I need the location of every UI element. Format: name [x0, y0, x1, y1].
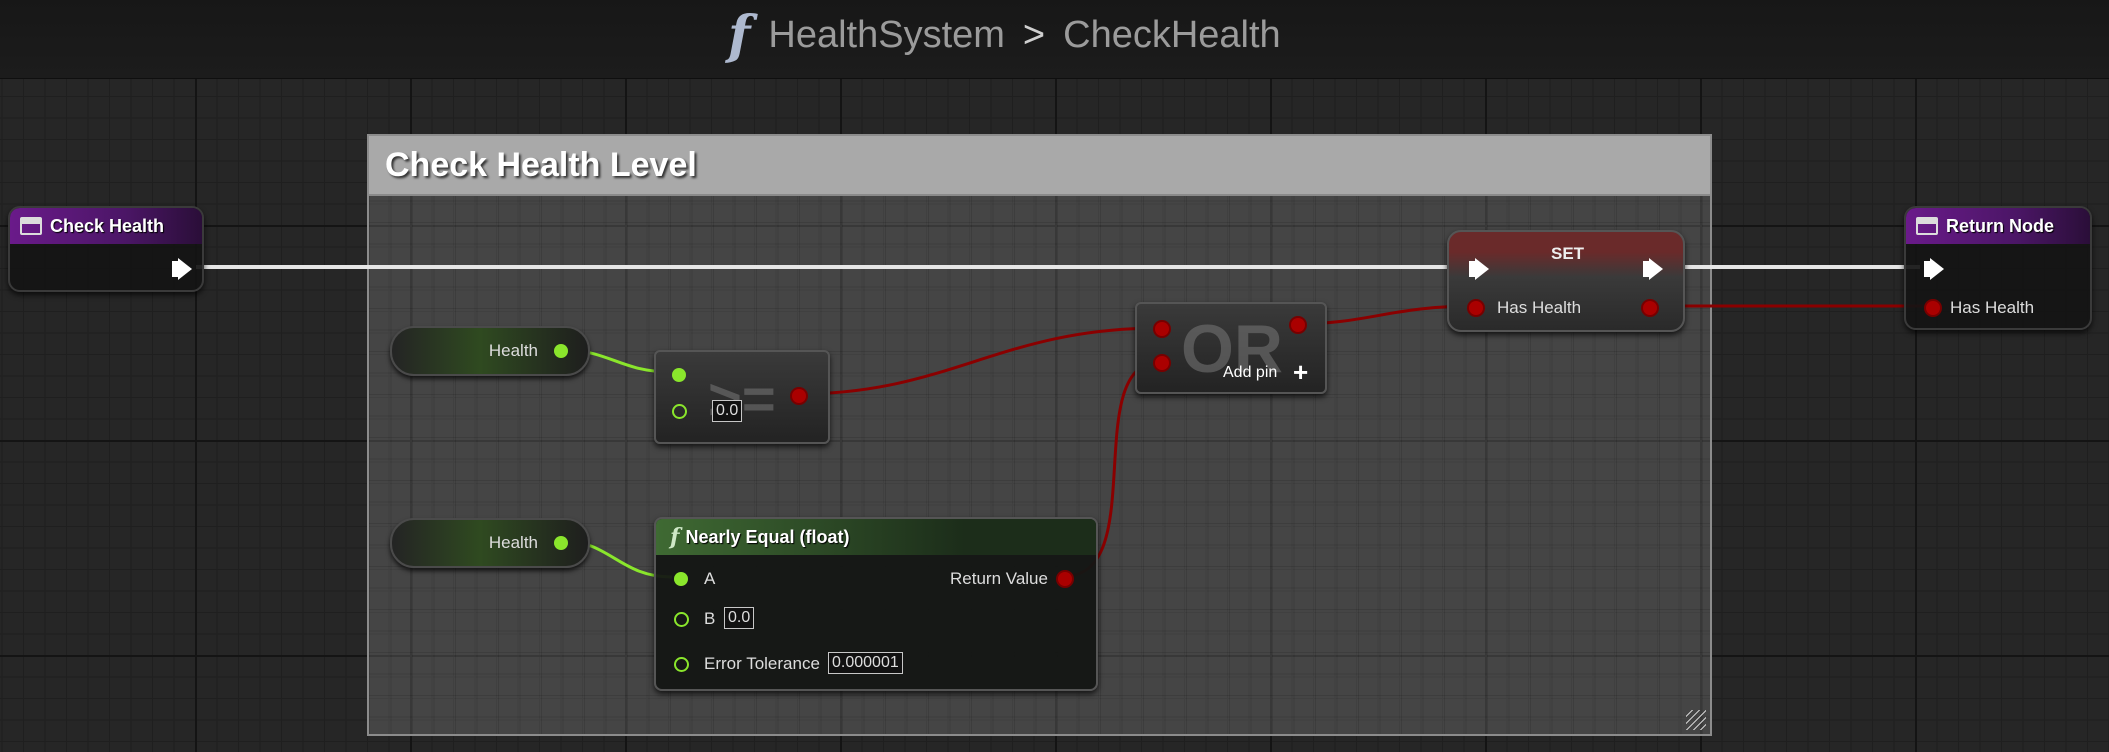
pin-label-a: A — [704, 569, 716, 588]
exec-out-pin[interactable] — [172, 258, 192, 280]
node-title: Nearly Equal (float) — [685, 526, 850, 547]
float-in-pin-a[interactable] — [672, 368, 686, 382]
float-out-pin[interactable] — [554, 536, 568, 550]
bool-wire-compare-or — [797, 326, 1161, 396]
b-value-field[interactable]: 0.0 — [712, 400, 743, 422]
node-title: Check Health — [50, 215, 165, 236]
function-entry-icon — [20, 217, 42, 235]
node-header: f Nearly Equal (float) — [656, 519, 1096, 555]
float-in-pin-tolerance[interactable] — [674, 657, 689, 672]
pin-label: Has Health — [1950, 298, 2035, 317]
pin-label-b: B — [704, 609, 716, 628]
float-in-pin-a[interactable] — [674, 572, 688, 586]
nearly-equal-node[interactable]: f Nearly Equal (float) A Return Value B … — [654, 517, 1098, 691]
pin-label-tolerance: Error Tolerance — [704, 654, 820, 673]
function-icon: f — [670, 524, 680, 550]
float-out-pin[interactable] — [554, 344, 568, 358]
add-icon[interactable]: + — [1293, 357, 1308, 388]
greater-equal-node[interactable]: >= 0.0 — [654, 350, 830, 444]
getter-label: Health — [488, 533, 538, 552]
node-title: Return Node — [1946, 215, 2054, 236]
health-getter-node[interactable]: Health — [390, 518, 590, 568]
bool-out-pin[interactable] — [792, 389, 806, 403]
return-node-icon — [1916, 217, 1938, 235]
exec-in-pin[interactable] — [1924, 258, 1944, 280]
tolerance-value-field[interactable]: 0.000001 — [828, 652, 903, 674]
node-header: Return Node — [1906, 208, 2090, 244]
or-node[interactable]: OR Add pin + — [1135, 302, 1327, 394]
health-getter-node[interactable]: Health — [390, 326, 590, 376]
getter-label: Health — [488, 341, 538, 360]
node-header: Check Health — [10, 208, 202, 244]
pin-label: Has Health — [1497, 298, 1582, 317]
bool-in-pin[interactable] — [1926, 301, 1940, 315]
set-variable-node[interactable]: SET Has Health — [1447, 230, 1685, 332]
exec-in-pin[interactable] — [1469, 258, 1489, 280]
b-value-field[interactable]: 0.0 — [724, 607, 755, 629]
bool-in-pin-a[interactable] — [1155, 322, 1169, 336]
return-value-label: Return Value — [950, 569, 1048, 588]
float-in-pin-b[interactable] — [672, 404, 687, 419]
add-pin-label[interactable]: Add pin — [1223, 364, 1277, 382]
node-title: SET — [1551, 244, 1585, 263]
bool-out-pin[interactable] — [1643, 301, 1657, 315]
bool-out-pin[interactable] — [1058, 572, 1072, 586]
function-entry-node[interactable]: Check Health — [8, 206, 204, 292]
bool-in-pin[interactable] — [1469, 301, 1483, 315]
exec-out-pin[interactable] — [1643, 258, 1663, 280]
float-in-pin-b[interactable] — [674, 612, 689, 627]
bool-out-pin[interactable] — [1291, 318, 1305, 332]
bool-in-pin-b[interactable] — [1155, 356, 1169, 370]
return-node[interactable]: Return Node Has Health — [1904, 206, 2092, 330]
